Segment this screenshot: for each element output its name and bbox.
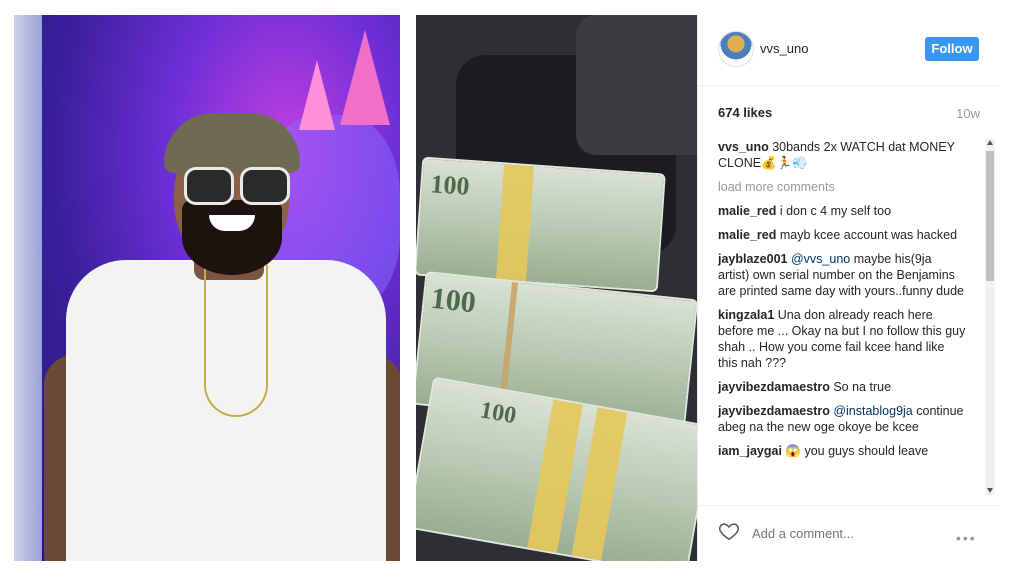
post-photo: 100 100 100 — [416, 15, 697, 561]
comment: jayblaze001 @vvs_uno maybe his(9ja artis… — [718, 251, 966, 299]
add-comment-input[interactable] — [750, 522, 944, 544]
money-stack: 100 — [416, 156, 666, 293]
car-seat — [576, 15, 697, 155]
scroll-thumb[interactable] — [986, 151, 994, 281]
comments-list[interactable]: vvs_uno 30bands 2x WATCH dat MONEY CLONE… — [718, 139, 966, 495]
comment-mention[interactable]: @instablog9ja — [833, 404, 912, 418]
background-pillar — [14, 15, 42, 561]
username[interactable]: vvs_uno — [760, 41, 808, 56]
comment: malie_red i don c 4 my self too — [718, 203, 966, 219]
scroll-up-arrow-icon[interactable] — [987, 140, 993, 145]
background-shard — [340, 30, 390, 125]
comment-mention[interactable]: @vvs_uno — [791, 252, 850, 266]
beanie — [164, 113, 300, 173]
instagram-post: 100 100 100 vvs_uno Follow 674 likes 10w… — [416, 15, 1009, 561]
avatar[interactable] — [718, 31, 754, 67]
comment-text: 😱 you guys should leave — [785, 444, 929, 458]
money-band — [496, 164, 535, 282]
likes-count[interactable]: 674 likes — [718, 105, 772, 120]
more-options-icon[interactable]: ••• — [956, 530, 977, 546]
comment-text: i don c 4 my self too — [779, 204, 892, 218]
comment-user[interactable]: jayvibezdamaestro — [718, 404, 830, 418]
post-age: 10w — [956, 106, 980, 121]
post-sidebar: vvs_uno Follow 674 likes 10w vvs_uno 30b… — [697, 15, 1000, 561]
comments-scrollbar[interactable] — [985, 139, 995, 495]
caption: vvs_uno 30bands 2x WATCH dat MONEY CLONE… — [718, 139, 966, 171]
money-band — [527, 399, 583, 553]
comment: jayvibezdamaestro @instablog9ja continue… — [718, 403, 966, 435]
comment-user[interactable]: malie_red — [718, 204, 776, 218]
comment: malie_red mayb kcee account was hacked — [718, 227, 966, 243]
necklace — [204, 265, 268, 417]
comment: jayvibezdamaestro So na true — [718, 379, 966, 395]
comment-user[interactable]: jayblaze001 — [718, 252, 788, 266]
comment-text: mayb kcee account was hacked — [779, 228, 958, 242]
comment: kingzala1 Una don already reach here bef… — [718, 307, 966, 371]
left-photo — [14, 15, 400, 561]
money-band — [571, 407, 628, 561]
scroll-down-arrow-icon[interactable] — [987, 488, 993, 493]
comment-user[interactable]: kingzala1 — [718, 308, 774, 322]
post-header: vvs_uno Follow — [698, 15, 1000, 86]
bill-denomination: 100 — [478, 397, 519, 430]
comment-user[interactable]: malie_red — [718, 228, 776, 242]
load-more-comments[interactable]: load more comments — [718, 179, 966, 195]
comment-user[interactable]: vvs_uno — [718, 140, 769, 154]
add-comment-bar: ••• — [698, 505, 1000, 562]
follow-button[interactable]: Follow — [925, 37, 979, 61]
sunglasses-lens — [240, 167, 290, 205]
heart-icon[interactable] — [718, 520, 740, 542]
comment-user[interactable]: jayvibezdamaestro — [718, 380, 830, 394]
comment-text: So na true — [833, 380, 892, 394]
comment: iam_jaygai 😱 you guys should leave — [718, 443, 966, 459]
comment-user[interactable]: iam_jaygai — [718, 444, 782, 458]
sunglasses-lens — [184, 167, 234, 205]
bill-denomination: 100 — [429, 281, 478, 320]
person — [44, 113, 400, 561]
beard — [182, 200, 282, 275]
bill-denomination: 100 — [429, 169, 471, 201]
